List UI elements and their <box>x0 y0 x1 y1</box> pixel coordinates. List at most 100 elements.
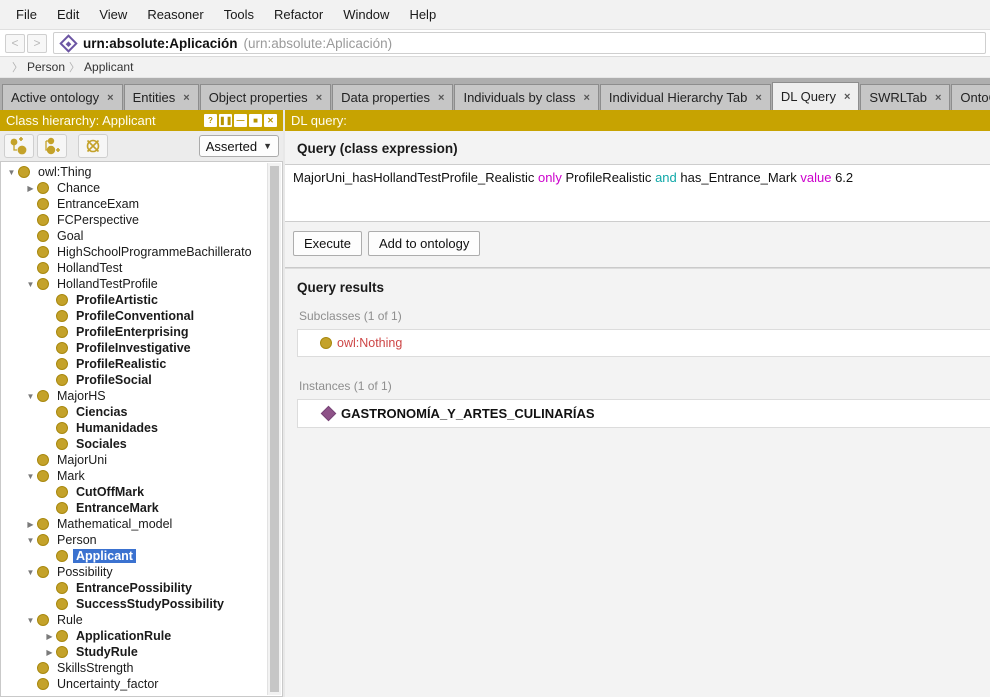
help-icon[interactable]: ? <box>204 114 217 127</box>
tree-item-rule[interactable]: ▼Rule <box>1 612 267 628</box>
ontology-address-field[interactable]: urn:absolute:Aplicación (urn:absolute:Ap… <box>53 32 986 54</box>
tree-item-applicant[interactable]: Applicant <box>1 548 267 564</box>
tree-item-mark[interactable]: ▼Mark <box>1 468 267 484</box>
tree-item-ciencias[interactable]: Ciencias <box>1 404 267 420</box>
collapsed-arrow-icon[interactable]: ▶ <box>24 184 37 193</box>
add-to-ontology-button[interactable]: Add to ontology <box>368 231 480 256</box>
menu-item-refactor[interactable]: Refactor <box>264 3 333 26</box>
menu-item-tools[interactable]: Tools <box>214 3 264 26</box>
tab-individual-hierarchy-tab[interactable]: Individual Hierarchy Tab× <box>600 84 771 110</box>
menu-item-edit[interactable]: Edit <box>47 3 89 26</box>
tree-item-goal[interactable]: Goal <box>1 228 267 244</box>
forward-button[interactable]: > <box>27 34 47 53</box>
tree-item-entrancepossibility[interactable]: EntrancePossibility <box>1 580 267 596</box>
collapsed-arrow-icon[interactable]: ▶ <box>43 648 56 657</box>
tree-item-profileinvestigative[interactable]: ProfileInvestigative <box>1 340 267 356</box>
tree-item-uncertainty_factor[interactable]: Uncertainty_factor <box>1 676 267 692</box>
tab-ontograf[interactable]: OntoGraf× <box>951 84 990 110</box>
tree-item-mathematical_model[interactable]: ▶Mathematical_model <box>1 516 267 532</box>
tree-item-profilesocial[interactable]: ProfileSocial <box>1 372 267 388</box>
subclass-result-row[interactable]: owl:Nothing <box>306 336 982 350</box>
tree-item-cutoffmark[interactable]: CutOffMark <box>1 484 267 500</box>
expanded-arrow-icon[interactable]: ▼ <box>5 168 18 177</box>
close-icon[interactable]: ✕ <box>264 114 277 127</box>
tree-scrollbar[interactable] <box>267 163 281 695</box>
tree-item-studyrule[interactable]: ▶StudyRule <box>1 644 267 660</box>
tree-item-chance[interactable]: ▶Chance <box>1 180 267 196</box>
collapsed-arrow-icon[interactable]: ▶ <box>43 632 56 641</box>
tree-item-applicationrule[interactable]: ▶ApplicationRule <box>1 628 267 644</box>
expanded-arrow-icon[interactable]: ▼ <box>24 568 37 577</box>
tree-item-profileenterprising[interactable]: ProfileEnterprising <box>1 324 267 340</box>
tree-item-entrancemark[interactable]: EntranceMark <box>1 500 267 516</box>
expanded-arrow-icon[interactable]: ▼ <box>24 280 37 289</box>
add-sibling-class-button[interactable] <box>37 134 67 158</box>
tab-entities[interactable]: Entities× <box>124 84 199 110</box>
delete-class-icon <box>83 137 103 155</box>
tab-close-icon[interactable]: × <box>316 92 322 104</box>
hierarchy-mode-dropdown[interactable]: Asserted ▼ <box>199 135 279 157</box>
tree-item-hollandtestprofile[interactable]: ▼HollandTestProfile <box>1 276 267 292</box>
tab-data-properties[interactable]: Data properties× <box>332 84 453 110</box>
delete-class-button[interactable] <box>78 134 108 158</box>
class-icon <box>37 214 49 226</box>
tree-item-successstudypossibility[interactable]: SuccessStudyPossibility <box>1 596 267 612</box>
menu-item-window[interactable]: Window <box>333 3 399 26</box>
tab-individuals-by-class[interactable]: Individuals by class× <box>454 84 598 110</box>
menu-item-help[interactable]: Help <box>399 3 446 26</box>
tree-item-profileconventional[interactable]: ProfileConventional <box>1 308 267 324</box>
tab-dl-query[interactable]: DL Query× <box>772 82 860 110</box>
split-icon[interactable]: ❚❚ <box>219 114 232 127</box>
individual-icon <box>321 406 337 422</box>
instance-result-label: GASTRONOMÍA_Y_ARTES_CULINARÍAS <box>341 406 595 421</box>
execute-button[interactable]: Execute <box>293 231 362 256</box>
back-button[interactable]: < <box>5 34 25 53</box>
tab-close-icon[interactable]: × <box>583 92 589 104</box>
tree-item-humanidades[interactable]: Humanidades <box>1 420 267 436</box>
tree-item-skillsstrength[interactable]: SkillsStrength <box>1 660 267 676</box>
add-subclass-button[interactable] <box>4 134 34 158</box>
tree-item-majoruni[interactable]: MajorUni <box>1 452 267 468</box>
class-icon <box>37 614 49 626</box>
menu-item-view[interactable]: View <box>89 3 137 26</box>
tab-close-icon[interactable]: × <box>844 91 850 103</box>
tree-item-hollandtest[interactable]: HollandTest <box>1 260 267 276</box>
hierarchy-mode-value: Asserted <box>206 139 257 154</box>
tab-close-icon[interactable]: × <box>935 92 941 104</box>
tree-item-profileartistic[interactable]: ProfileArtistic <box>1 292 267 308</box>
tree-item-profilerealistic[interactable]: ProfileRealistic <box>1 356 267 372</box>
tree-item-possibility[interactable]: ▼Possibility <box>1 564 267 580</box>
breadcrumb-item-applicant[interactable]: Applicant <box>84 60 133 74</box>
menu-item-file[interactable]: File <box>6 3 47 26</box>
tab-object-properties[interactable]: Object properties× <box>200 84 331 110</box>
tree-item-sociales[interactable]: Sociales <box>1 436 267 452</box>
expanded-arrow-icon[interactable]: ▼ <box>24 536 37 545</box>
instance-result-row[interactable]: GASTRONOMÍA_Y_ARTES_CULINARÍAS <box>306 406 982 421</box>
tab-close-icon[interactable]: × <box>107 92 113 104</box>
expanded-arrow-icon[interactable]: ▼ <box>24 472 37 481</box>
tree-item-entranceexam[interactable]: EntranceExam <box>1 196 267 212</box>
tab-active-ontology[interactable]: Active ontology× <box>2 84 123 110</box>
tab-close-icon[interactable]: × <box>438 92 444 104</box>
tab-close-icon[interactable]: × <box>183 92 189 104</box>
add-subclass-icon <box>9 137 29 155</box>
collapsed-arrow-icon[interactable]: ▶ <box>24 520 37 529</box>
tree-scrollbar-thumb[interactable] <box>270 166 279 692</box>
maximize-icon[interactable]: ■ <box>249 114 262 127</box>
query-expression-input[interactable]: MajorUni_hasHollandTestProfile_Realistic… <box>285 164 990 222</box>
class-icon <box>37 454 49 466</box>
tab-close-icon[interactable]: × <box>755 92 761 104</box>
tree-item-fcperspective[interactable]: FCPerspective <box>1 212 267 228</box>
class-icon <box>56 438 68 450</box>
tree-item-highschoolprogrammebachillerato[interactable]: HighSchoolProgrammeBachillerato <box>1 244 267 260</box>
expanded-arrow-icon[interactable]: ▼ <box>24 392 37 401</box>
minimize-icon[interactable]: — <box>234 114 247 127</box>
menu-item-reasoner[interactable]: Reasoner <box>137 3 213 26</box>
tree-item-owl:thing[interactable]: ▼owl:Thing <box>1 164 267 180</box>
tree-item-label: ProfileInvestigative <box>73 341 194 355</box>
tree-item-person[interactable]: ▼Person <box>1 532 267 548</box>
tab-swrltab[interactable]: SWRLTab× <box>860 84 950 110</box>
breadcrumb-item-person[interactable]: Person <box>27 60 65 74</box>
expanded-arrow-icon[interactable]: ▼ <box>24 616 37 625</box>
tree-item-majorhs[interactable]: ▼MajorHS <box>1 388 267 404</box>
